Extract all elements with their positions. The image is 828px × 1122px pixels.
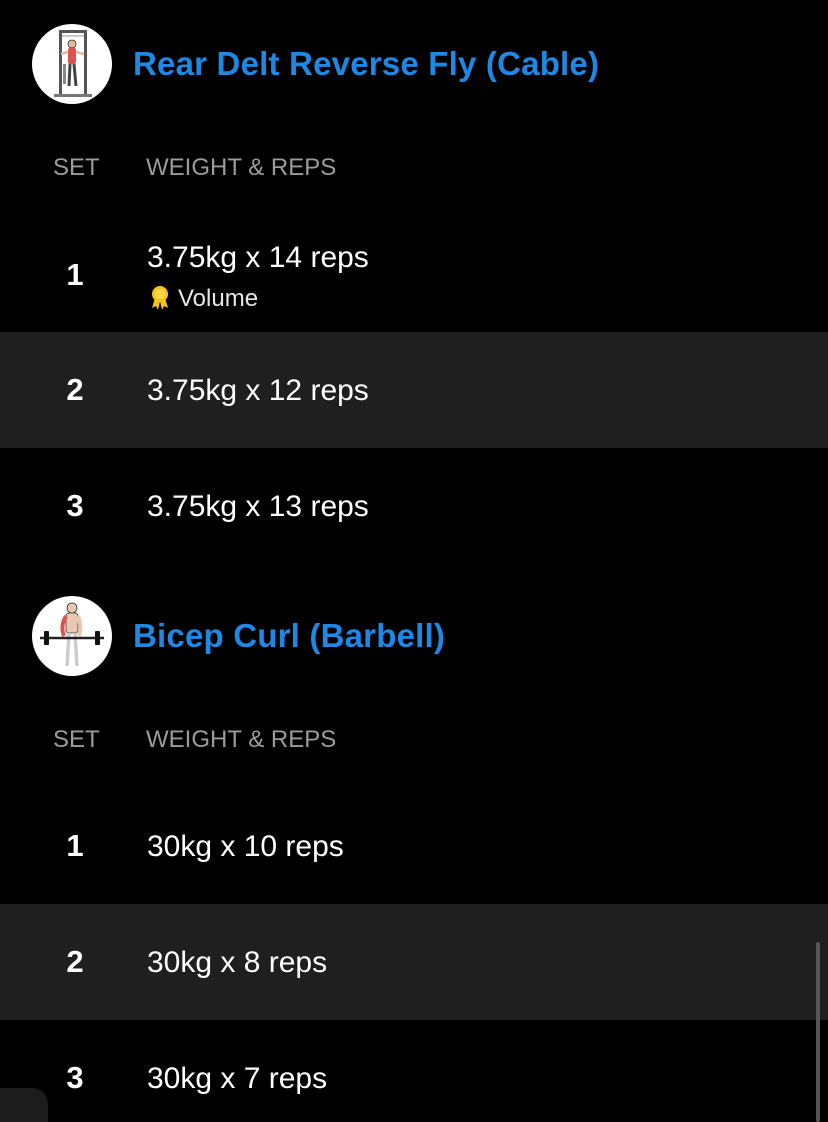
weight-reps-column-label: WEIGHT & REPS (146, 726, 337, 753)
set-row[interactable]: 1 30kg x 10 reps (0, 788, 828, 904)
set-number: 3 (66, 1060, 84, 1095)
cable-machine-exercise-icon[interactable] (32, 24, 112, 104)
barbell-curl-exercise-icon[interactable] (32, 596, 112, 676)
set-row[interactable]: 2 30kg x 8 reps (0, 904, 828, 1020)
exercise-card: Rear Delt Reverse Fly (Cable) SET WEIGHT… (0, 24, 828, 544)
exercise-title[interactable]: Rear Delt Reverse Fly (Cable) (133, 43, 599, 85)
set-row[interactable]: 3 3.75kg x 13 reps (0, 448, 828, 564)
set-row[interactable]: 3 30kg x 7 reps (0, 1020, 828, 1122)
scrollbar[interactable] (816, 942, 820, 1122)
set-row[interactable]: 2 3.75kg x 12 reps (0, 332, 828, 448)
exercise-header[interactable]: Bicep Curl (Barbell) (0, 596, 828, 676)
sets-column-header: SET WEIGHT & REPS (0, 148, 828, 188)
set-weight-reps: 30kg x 7 reps (147, 1062, 328, 1095)
set-weight-reps: 30kg x 10 reps (147, 830, 344, 863)
set-weight-reps: 3.75kg x 12 reps (147, 374, 369, 407)
set-column-label: SET (53, 154, 100, 181)
set-weight-reps: 3.75kg x 13 reps (147, 490, 369, 523)
sets-column-header: SET WEIGHT & REPS (0, 720, 828, 760)
set-weight-reps: 3.75kg x 14 reps (147, 241, 369, 274)
medal-icon (146, 283, 174, 316)
weight-reps-column-label: WEIGHT & REPS (146, 154, 337, 181)
badge-label: Volume (178, 285, 259, 312)
set-number: 1 (66, 828, 84, 863)
set-number: 2 (66, 372, 84, 407)
set-number: 2 (66, 944, 84, 979)
exercise-title[interactable]: Bicep Curl (Barbell) (133, 615, 445, 657)
personal-record-badge: Volume (146, 284, 258, 314)
set-row[interactable]: 1 3.75kg x 14 reps Volume (0, 216, 828, 332)
set-number: 3 (66, 488, 84, 523)
exercise-header[interactable]: Rear Delt Reverse Fly (Cable) (0, 24, 828, 104)
set-column-label: SET (53, 726, 100, 753)
set-weight-reps: 30kg x 8 reps (147, 946, 328, 979)
exercise-card: Bicep Curl (Barbell) SET WEIGHT & REPS 1… (0, 596, 828, 1122)
set-number: 1 (66, 257, 84, 292)
floating-button[interactable] (0, 1088, 48, 1122)
